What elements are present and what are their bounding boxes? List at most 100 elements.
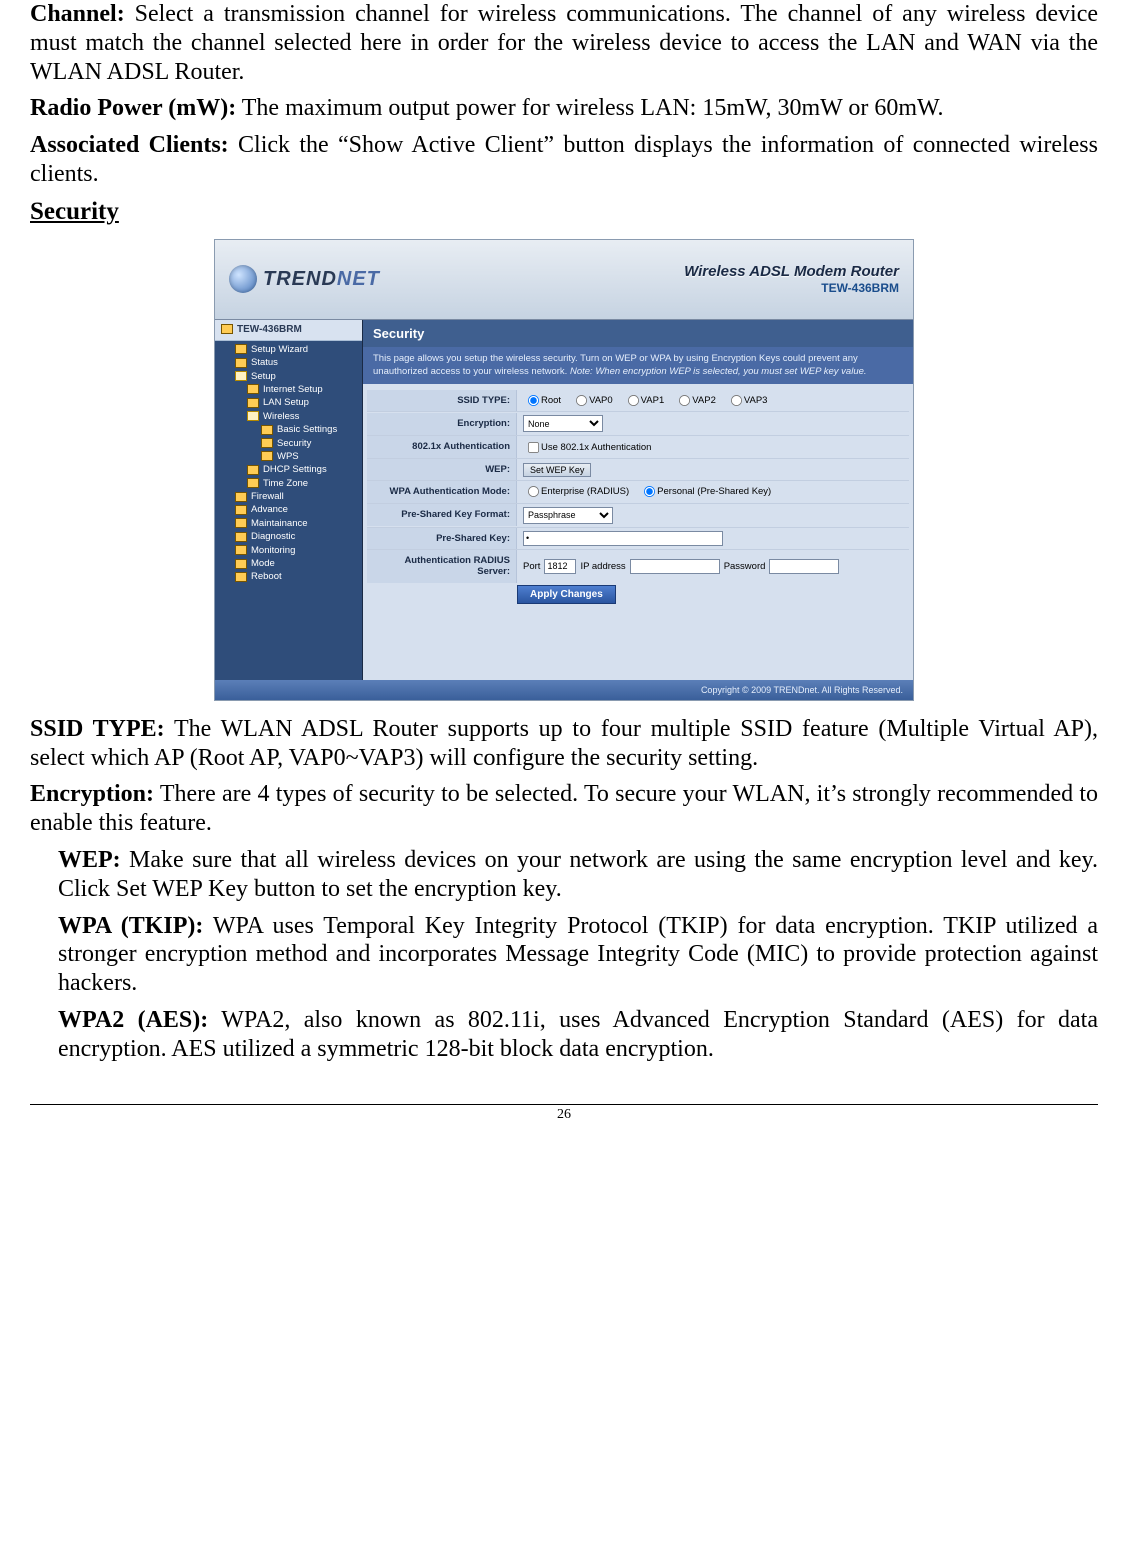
nav-diagnostic[interactable]: Diagnostic: [221, 530, 362, 543]
nav-wireless[interactable]: Wireless: [221, 410, 362, 423]
select-psk-format[interactable]: Passphrase: [523, 507, 613, 524]
nav-basic-settings[interactable]: Basic Settings: [221, 423, 362, 436]
para-wep: WEP: Make sure that all wireless devices…: [30, 846, 1098, 904]
nav-mode[interactable]: Mode: [221, 557, 362, 570]
globe-icon: [229, 265, 257, 293]
footer-copyright: Copyright © 2009 TRENDnet. All Rights Re…: [215, 680, 913, 700]
header-subtitle: TEW-436BRM: [684, 281, 899, 295]
page-divider: [30, 1104, 1098, 1105]
input-radius-port[interactable]: [544, 559, 576, 574]
router-admin-screenshot: TRENDNET Wireless ADSL Modem Router TEW-…: [214, 239, 914, 701]
label-port: Port: [523, 561, 540, 572]
para-ssid-type: SSID TYPE: The WLAN ADSL Router supports…: [30, 715, 1098, 773]
label-encryption-doc: Encryption:: [30, 781, 154, 807]
tree-root[interactable]: TEW-436BRM: [215, 320, 362, 341]
nav-monitoring[interactable]: Monitoring: [221, 544, 362, 557]
label-password: Password: [724, 561, 766, 572]
para-assoc-clients: Associated Clients: Click the “Show Acti…: [30, 131, 1098, 189]
nav-advance[interactable]: Advance: [221, 503, 362, 516]
opt-personal[interactable]: Personal (Pre-Shared Key): [639, 485, 771, 498]
label-wpa-auth: WPA Authentication Mode:: [367, 481, 517, 502]
label-wpa-tkip-doc: WPA (TKIP):: [58, 913, 203, 939]
set-wep-key-button[interactable]: Set WEP Key: [523, 463, 591, 477]
select-encryption[interactable]: None: [523, 415, 603, 432]
row-psk-format: Pre-Shared Key Format: Passphrase: [367, 503, 909, 527]
row-8021x: 802.1x Authentication Use 802.1x Authent…: [367, 435, 909, 457]
para-wpa2-aes: WPA2 (AES): WPA2, also known as 802.11i,…: [30, 1006, 1098, 1064]
nav-maint[interactable]: Maintainance: [221, 517, 362, 530]
nav-lan-setup[interactable]: LAN Setup: [221, 396, 362, 409]
nav-timezone[interactable]: Time Zone: [221, 477, 362, 490]
para-radio-power: Radio Power (mW): The maximum output pow…: [30, 94, 1098, 123]
row-wep: WEP: Set WEP Key: [367, 458, 909, 480]
brand-logo: TRENDNET: [229, 265, 380, 293]
opt-vap1[interactable]: VAP1: [623, 394, 665, 407]
sidebar-nav: TEW-436BRM Setup Wizard Status Setup Int…: [215, 320, 363, 680]
label-assoc-clients: Associated Clients:: [30, 132, 229, 158]
nav-status[interactable]: Status: [221, 356, 362, 369]
label-channel: Channel:: [30, 1, 125, 27]
text-channel: Select a transmission channel for wirele…: [30, 1, 1098, 85]
radio-vap3[interactable]: [731, 395, 742, 406]
label-psk: Pre-Shared Key:: [367, 528, 517, 549]
nav-setup[interactable]: Setup: [221, 370, 362, 383]
radio-personal[interactable]: [644, 486, 655, 497]
input-radius-password[interactable]: [769, 559, 839, 574]
input-psk[interactable]: [523, 531, 723, 546]
brand-text: TRENDNET: [263, 267, 380, 291]
screenshot-container: TRENDNET Wireless ADSL Modem Router TEW-…: [30, 239, 1098, 701]
opt-enterprise[interactable]: Enterprise (RADIUS): [523, 485, 629, 498]
input-radius-ip[interactable]: [630, 559, 720, 574]
row-psk: Pre-Shared Key:: [367, 527, 909, 549]
para-encryption: Encryption: There are 4 types of securit…: [30, 780, 1098, 838]
radio-vap1[interactable]: [628, 395, 639, 406]
row-radius: Authentication RADIUS Server: Port IP ad…: [367, 549, 909, 583]
nav-reboot[interactable]: Reboot: [221, 570, 362, 583]
label-radius: Authentication RADIUS Server:: [367, 550, 517, 583]
radio-vap2[interactable]: [679, 395, 690, 406]
chk-8021x-label[interactable]: Use 802.1x Authentication: [523, 441, 651, 454]
opt-vap2[interactable]: VAP2: [674, 394, 716, 407]
para-channel: Channel: Select a transmission channel f…: [30, 0, 1098, 86]
header-title-block: Wireless ADSL Modem Router TEW-436BRM: [684, 263, 899, 295]
row-apply: Apply Changes: [367, 585, 909, 604]
text-encryption-doc: There are 4 types of security to be sele…: [30, 781, 1098, 836]
header-bar: TRENDNET Wireless ADSL Modem Router TEW-…: [215, 240, 913, 320]
nav-dhcp[interactable]: DHCP Settings: [221, 463, 362, 476]
panel-description: This page allows you setup the wireless …: [363, 347, 913, 384]
page-number: 26: [30, 1107, 1098, 1124]
label-wep: WEP:: [367, 459, 517, 480]
radio-root[interactable]: [528, 395, 539, 406]
text-wep-doc: Make sure that all wireless devices on y…: [58, 847, 1098, 902]
nav-setup-wizard[interactable]: Setup Wizard: [221, 343, 362, 356]
nav-internet-setup[interactable]: Internet Setup: [221, 383, 362, 396]
apply-changes-button[interactable]: Apply Changes: [517, 585, 616, 604]
label-encryption: Encryption:: [367, 413, 517, 434]
nav-firewall[interactable]: Firewall: [221, 490, 362, 503]
text-ssid-type-doc: The WLAN ADSL Router supports up to four…: [30, 716, 1098, 771]
opt-vap3[interactable]: VAP3: [726, 394, 768, 407]
header-title: Wireless ADSL Modem Router: [684, 263, 899, 281]
row-ssid-type: SSID TYPE: Root VAP0 VAP1 VAP2 VAP3: [367, 390, 909, 411]
radio-enterprise[interactable]: [528, 486, 539, 497]
chk-8021x[interactable]: [528, 442, 539, 453]
label-ssid-type: SSID TYPE:: [367, 390, 517, 411]
label-psk-format: Pre-Shared Key Format:: [367, 504, 517, 525]
form-area: SSID TYPE: Root VAP0 VAP1 VAP2 VAP3 Encr…: [363, 384, 913, 680]
text-radio-power: The maximum output power for wireless LA…: [236, 95, 943, 121]
text-wpa2-aes-doc: WPA2, also known as 802.11i, uses Advanc…: [58, 1007, 1098, 1062]
label-wpa2-aes-doc: WPA2 (AES):: [58, 1007, 208, 1033]
label-wep-doc: WEP:: [58, 847, 121, 873]
row-wpa-auth: WPA Authentication Mode: Enterprise (RAD…: [367, 480, 909, 502]
opt-vap0[interactable]: VAP0: [571, 394, 613, 407]
opt-root[interactable]: Root: [523, 394, 561, 407]
heading-security: Security: [30, 197, 1098, 227]
label-ssid-type-doc: SSID TYPE:: [30, 716, 165, 742]
label-8021x: 802.1x Authentication: [367, 436, 517, 457]
text-wpa-tkip-doc: WPA uses Temporal Key Integrity Protocol…: [58, 913, 1098, 997]
label-ip: IP address: [580, 561, 625, 572]
nav-security[interactable]: Security: [221, 437, 362, 450]
para-wpa-tkip: WPA (TKIP): WPA uses Temporal Key Integr…: [30, 912, 1098, 998]
radio-vap0[interactable]: [576, 395, 587, 406]
nav-wps[interactable]: WPS: [221, 450, 362, 463]
